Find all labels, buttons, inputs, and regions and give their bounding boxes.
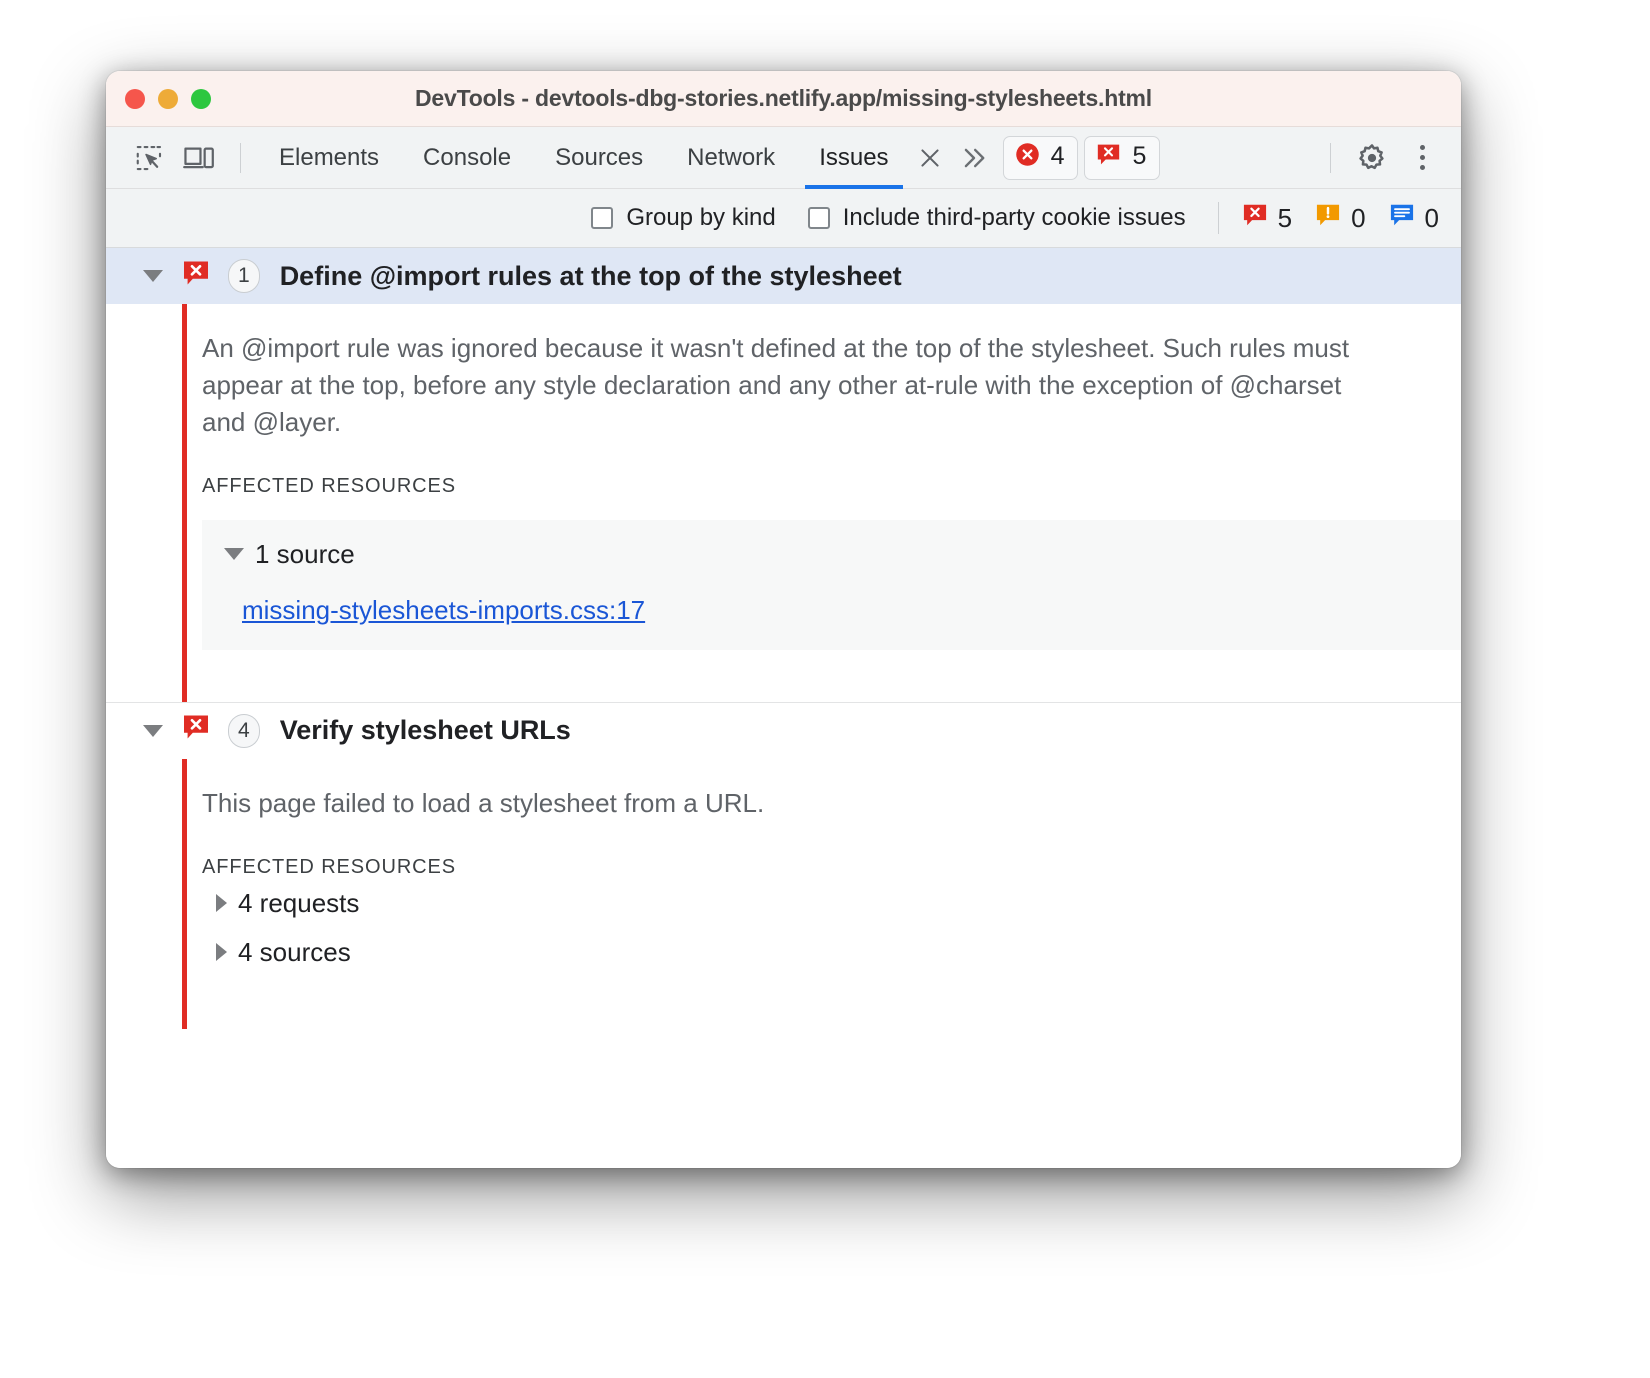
issue-error-icon	[1241, 201, 1269, 236]
tab-issues[interactable]: Issues	[797, 127, 910, 189]
chevron-double-right-icon[interactable]	[951, 138, 997, 178]
issue-bottom-spacer	[186, 977, 1461, 1029]
issue-warning-count-value: 0	[1351, 203, 1365, 234]
resource-group-toggle[interactable]: 1 source	[202, 534, 1461, 575]
kebab-menu-icon[interactable]	[1397, 135, 1447, 181]
affected-sources-label: 4 sources	[238, 937, 351, 968]
group-by-kind-checkbox[interactable]: Group by kind	[591, 204, 775, 232]
inspect-element-icon[interactable]	[124, 136, 174, 180]
issue-error-icon	[1095, 141, 1122, 175]
issue-info-count: 0	[1388, 201, 1439, 236]
issue-body-import-rules: An @import rule was ignored because it w…	[106, 304, 1461, 702]
tab-sources[interactable]: Sources	[533, 127, 665, 189]
resource-group-label: 1 source	[255, 539, 355, 570]
issue-description: This page failed to load a stylesheet fr…	[186, 759, 1377, 822]
error-count-value: 4	[1051, 144, 1065, 169]
issue-warning-count: 0	[1314, 201, 1365, 236]
chevron-down-icon[interactable]	[136, 270, 170, 282]
issue-error-icon	[180, 258, 212, 295]
issue-title: Define @import rules at the top of the s…	[280, 261, 902, 292]
issue-body-verify-stylesheet-urls: This page failed to load a stylesheet fr…	[106, 759, 1461, 1029]
issue-header-import-rules[interactable]: 1 Define @import rules at the top of the…	[106, 248, 1461, 304]
tab-elements[interactable]: Elements	[257, 127, 401, 189]
toolbar-divider	[240, 143, 241, 173]
chevron-down-icon[interactable]	[136, 725, 170, 737]
error-count-badge[interactable]: 4	[1003, 136, 1079, 180]
issue-description: An @import rule was ignored because it w…	[186, 304, 1377, 441]
tab-network[interactable]: Network	[665, 127, 797, 189]
issue-bottom-spacer	[186, 650, 1461, 702]
issue-error-icon	[180, 712, 212, 749]
chevron-right-icon[interactable]	[216, 943, 227, 961]
screenshot-stage: DevTools - devtools-dbg-stories.netlify.…	[0, 0, 1650, 1378]
issue-error-count-value: 5	[1278, 203, 1292, 234]
tab-console[interactable]: Console	[401, 127, 533, 189]
device-toolbar-icon[interactable]	[174, 136, 224, 180]
issue-error-count: 5	[1241, 201, 1292, 236]
issue-info-count-value: 0	[1425, 203, 1439, 234]
chevron-down-icon[interactable]	[224, 548, 244, 560]
affected-requests-label: 4 requests	[238, 888, 359, 919]
devtools-tabbar: Elements Console Sources Network Issues	[106, 127, 1461, 189]
devtools-window: DevTools - devtools-dbg-stories.netlify.…	[106, 71, 1461, 1168]
tab-sources-label: Sources	[555, 144, 643, 172]
include-third-party-cookie-issues-box[interactable]	[808, 207, 830, 229]
tab-issues-label: Issues	[819, 144, 888, 172]
affected-resources-group: 1 source missing-stylesheets-imports.css…	[202, 520, 1461, 650]
toolbar-divider-right	[1330, 143, 1331, 173]
toolbar-right-actions	[1314, 135, 1461, 181]
issue-count-pill: 1	[228, 259, 260, 293]
issue-count-pill: 4	[228, 714, 260, 748]
include-third-party-cookie-issues-checkbox[interactable]: Include third-party cookie issues	[808, 204, 1186, 232]
error-circle-icon	[1014, 141, 1041, 175]
gear-icon[interactable]	[1347, 135, 1397, 181]
affected-resources-label: AFFECTED RESOURCES	[186, 441, 1461, 498]
include-third-party-cookie-issues-label: Include third-party cookie issues	[843, 204, 1186, 232]
issues-list: 1 Define @import rules at the top of the…	[106, 248, 1461, 1168]
issue-warning-icon	[1314, 201, 1342, 236]
affected-requests-toggle[interactable]: 4 requests	[186, 879, 1461, 928]
group-by-kind-label: Group by kind	[626, 204, 775, 232]
tab-elements-label: Elements	[279, 144, 379, 172]
affected-resources-label: AFFECTED RESOURCES	[186, 822, 1461, 879]
issue-title: Verify stylesheet URLs	[280, 715, 571, 746]
tab-network-label: Network	[687, 144, 775, 172]
issue-header-verify-stylesheet-urls[interactable]: 4 Verify stylesheet URLs	[106, 703, 1461, 759]
issues-count-badge[interactable]: 5	[1084, 136, 1160, 180]
window-title: DevTools - devtools-dbg-stories.netlify.…	[106, 85, 1461, 112]
chevron-right-icon[interactable]	[216, 894, 227, 912]
kebab-dots	[1420, 145, 1425, 170]
resource-source-link[interactable]: missing-stylesheets-imports.css:17	[202, 575, 1461, 626]
close-icon[interactable]	[913, 141, 947, 175]
group-by-kind-box[interactable]	[591, 207, 613, 229]
filterbar-divider	[1218, 202, 1219, 234]
issues-filter-bar: Group by kind Include third-party cookie…	[106, 189, 1461, 248]
window-titlebar: DevTools - devtools-dbg-stories.netlify.…	[106, 71, 1461, 127]
issue-info-icon	[1388, 201, 1416, 236]
issues-count-value: 5	[1132, 144, 1146, 169]
tab-console-label: Console	[423, 144, 511, 172]
affected-sources-toggle[interactable]: 4 sources	[186, 928, 1461, 977]
